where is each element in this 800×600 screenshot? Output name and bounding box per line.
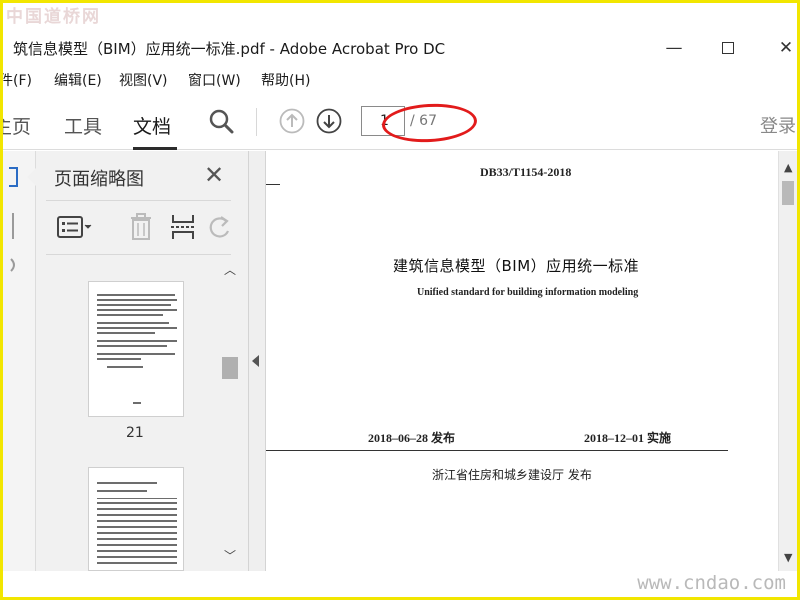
window-title: 筑信息模型（BIM）应用统一标准.pdf - Adobe Acrobat Pro… [13,40,446,58]
active-tab-indicator [133,147,177,150]
menu-edit[interactable]: 编辑(E) [54,70,102,90]
document-scrollbar[interactable]: ▲ ▼ [778,151,797,571]
pane-pointer [27,167,37,187]
attachments-icon[interactable] [9,255,25,275]
document-view[interactable]: DB33/T1154-2018 建筑信息模型（BIM）应用统一标准 Unifie… [266,151,778,571]
scroll-thumb[interactable] [782,181,794,205]
pane-divider [46,200,231,201]
menu-view[interactable]: 视图(V) [119,70,168,90]
login-link[interactable]: 登录 [760,112,796,138]
document-title-cn: 建筑信息模型（BIM）应用统一标准 [393,257,640,275]
previous-page-icon[interactable] [279,108,305,134]
document-title-en: Unified standard for building informatio… [417,287,639,298]
standard-number: DB33/T1154-2018 [480,165,572,179]
publish-date: 2018–06–28 发布 [368,431,456,445]
thumbnail-pane: 页面缩略图 ✕ 21 ︿ ﹀ [27,151,249,571]
bookmarks-icon[interactable] [9,213,25,239]
scroll-up-icon[interactable]: ︿ [224,261,236,278]
effective-date: 2018–12–01 实施 [584,431,672,445]
minimize-button[interactable]: — [659,34,689,62]
document-rule [266,450,728,451]
pane-collapse-handle[interactable] [249,151,266,571]
rotate-page-icon[interactable] [208,213,232,241]
tab-tools[interactable]: 工具 [64,112,102,139]
options-menu-icon[interactable] [56,213,96,241]
title-bar: 筑信息模型（BIM）应用统一标准.pdf - Adobe Acrobat Pro… [3,26,797,68]
tab-home[interactable]: 主页 [0,112,31,139]
thumbnail-scrollbar[interactable]: ︿ ﹀ [220,261,240,571]
page-thumbnail[interactable] [88,467,184,571]
tab-document[interactable]: 文档 [133,112,171,139]
page-thumbnail[interactable] [88,281,184,417]
scroll-thumb[interactable] [222,357,238,379]
search-icon[interactable] [208,108,234,134]
menu-help[interactable]: 帮助(H) [261,70,310,90]
thumbnail-page-label: 21 [126,425,144,441]
pane-divider [46,254,231,255]
close-button[interactable]: ✕ [771,34,800,62]
menu-window[interactable]: 窗口(W) [188,70,241,90]
header-mark [266,184,280,185]
scroll-down-icon[interactable]: ▼ [784,551,792,564]
pane-title: 页面缩略图 [54,169,144,190]
menu-file[interactable]: 件(F) [0,70,32,90]
collapse-arrow-icon [252,355,259,367]
issuing-authority: 浙江省住房和城乡建设厅 发布 [432,468,592,482]
page-thumbnails-icon[interactable] [9,165,25,189]
scroll-up-icon[interactable]: ▲ [784,161,792,174]
maximize-icon [722,42,734,54]
maximize-button[interactable] [713,34,743,62]
scroll-down-icon[interactable]: ﹀ [224,547,236,564]
watermark-logo-top: 中国道桥网 [6,7,101,27]
next-page-icon[interactable] [316,108,342,134]
left-tool-rail [3,151,36,571]
menu-bar: 件(F) 编辑(E) 视图(V) 窗口(W) 帮助(H) [0,68,797,92]
close-pane-icon[interactable]: ✕ [204,161,224,189]
split-page-icon[interactable] [170,213,196,241]
watermark-url: www.cndao.com [637,572,786,594]
delete-page-icon[interactable] [128,213,154,241]
toolbar-separator [256,108,257,136]
